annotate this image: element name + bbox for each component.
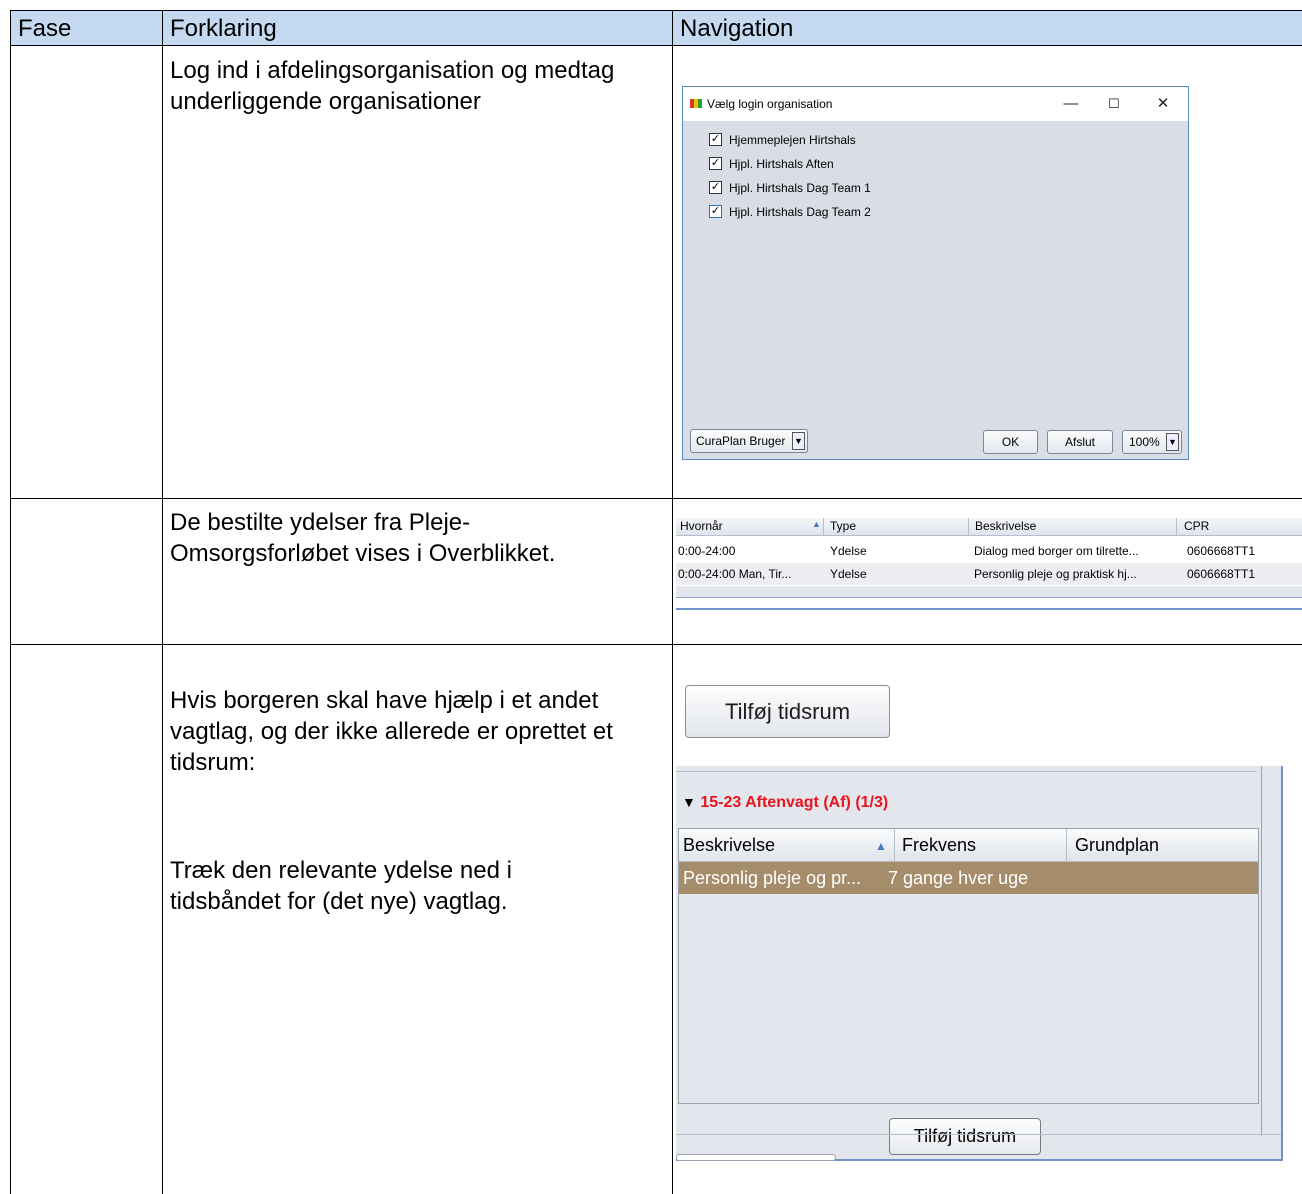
chevron-down-icon: ▼ bbox=[1166, 433, 1179, 451]
table-footer bbox=[676, 597, 1302, 610]
shift-services-table: Beskrivelse ▲ Frekvens Grundplan Personl… bbox=[678, 828, 1259, 1104]
table-top-border bbox=[10, 10, 1302, 11]
table-left-border bbox=[10, 10, 11, 1194]
row2-forklaring-line2: Omsorgsforløbet vises i Overblikket. bbox=[170, 540, 556, 567]
col-beskrivelse[interactable]: Beskrivelse bbox=[683, 835, 775, 856]
table-row[interactable]: Personlig pleje og pr... 7 gange hver ug… bbox=[679, 862, 1258, 894]
row2-forklaring-line1: De bestilte ydelser fra Pleje- bbox=[170, 509, 471, 536]
column-separator bbox=[823, 518, 824, 535]
ok-button[interactable]: OK bbox=[983, 430, 1038, 454]
overview-table: Hvornår ▲ Type Beskrivelse CPR 0:00-24:0… bbox=[676, 518, 1302, 610]
shift-table-header: Beskrivelse ▲ Frekvens Grundplan bbox=[679, 829, 1258, 862]
org-checkbox-2[interactable]: ✓ bbox=[709, 157, 722, 170]
document-page: Fase Forklaring Navigation Log ind i afd… bbox=[0, 0, 1302, 1194]
add-timespan-button[interactable]: Tilføj tidsrum bbox=[685, 685, 890, 738]
org-label-4: Hjpl. Hirtshals Dag Team 2 bbox=[729, 205, 871, 219]
cell-hvornaar: 0:00-24:00 bbox=[678, 544, 736, 558]
cell-type: Ydelse bbox=[830, 567, 867, 581]
col-type[interactable]: Type bbox=[830, 519, 856, 533]
org-checkbox-3[interactable]: ✓ bbox=[709, 181, 722, 194]
column-separator bbox=[968, 518, 969, 535]
horizontal-scrollbar-thumb[interactable] bbox=[676, 1154, 836, 1161]
row3-forklaring-line2: vagtlag, og der ikke allerede er oprette… bbox=[170, 718, 613, 745]
org-label-3: Hjpl. Hirtshals Dag Team 1 bbox=[729, 181, 871, 195]
col-hvornaar[interactable]: Hvornår bbox=[680, 519, 723, 533]
column-divider-1 bbox=[162, 10, 163, 1194]
table-row[interactable]: 0:00-24:00 Man, Tir... Ydelse Personlig … bbox=[676, 563, 1302, 585]
row3-forklaring-line1: Hvis borgeren skal have hjælp i et andet bbox=[170, 687, 599, 714]
panel-top-divider bbox=[676, 766, 1257, 772]
org-checkbox-4[interactable]: ✓ bbox=[709, 205, 722, 218]
row2-bottom-border bbox=[10, 644, 1302, 645]
org-checkbox-1[interactable]: ✓ bbox=[709, 133, 722, 146]
cell-type: Ydelse bbox=[830, 544, 867, 558]
panel-bottom-divider bbox=[676, 1134, 1281, 1135]
add-timespan-panel-button[interactable]: Tilføj tidsrum bbox=[889, 1118, 1041, 1155]
sort-asc-icon: ▲ bbox=[875, 839, 887, 853]
col-frekvens[interactable]: Frekvens bbox=[902, 835, 976, 856]
cell-beskrivelse: Dialog med borger om tilrette... bbox=[974, 544, 1139, 558]
exit-button[interactable]: Afslut bbox=[1047, 430, 1113, 454]
user-type-value: CuraPlan Bruger bbox=[696, 434, 786, 448]
row3-forklaring2-line1: Træk den relevante ydelse ned i bbox=[170, 857, 512, 884]
row1-forklaring-line1: Log ind i afdelingsorganisation og medta… bbox=[170, 57, 615, 84]
table-empty-area bbox=[676, 586, 1302, 597]
cell-beskrivelse: Personlig pleje og pr... bbox=[683, 868, 862, 888]
cell-frekvens: 7 gange hver uge bbox=[888, 868, 1029, 888]
cell-cpr: 0606668TT1 bbox=[1187, 567, 1256, 581]
col-cpr[interactable]: CPR bbox=[1184, 519, 1209, 533]
chevron-down-icon: ▼ bbox=[792, 432, 805, 450]
cell-hvornaar: 0:00-24:00 Man, Tir... bbox=[678, 567, 792, 581]
shift-name: 15-23 Aftenvagt (Af) bbox=[700, 794, 851, 811]
app-logo-icon bbox=[690, 99, 702, 108]
column-divider-2 bbox=[672, 10, 673, 1194]
minimize-icon[interactable]: — bbox=[1059, 93, 1083, 115]
shift-panel: ▼ 15-23 Aftenvagt (Af) (1/3) Beskrivelse… bbox=[676, 766, 1283, 1161]
header-fase: Fase bbox=[18, 15, 72, 42]
close-icon[interactable]: ✕ bbox=[1151, 93, 1175, 115]
user-type-dropdown[interactable]: CuraPlan Bruger ▼ bbox=[690, 429, 808, 453]
row1-forklaring-line2: underliggende organisationer bbox=[170, 88, 481, 115]
column-separator bbox=[894, 829, 895, 861]
dialog-titlebar: Vælg login organisation — ☐ ✕ bbox=[683, 87, 1188, 121]
col-grundplan[interactable]: Grundplan bbox=[1075, 835, 1159, 856]
row3-forklaring-line3: tidsrum: bbox=[170, 749, 256, 776]
table-row[interactable]: 0:00-24:00 Ydelse Dialog med borger om t… bbox=[676, 540, 1302, 562]
dialog-title: Vælg login organisation bbox=[707, 97, 833, 111]
row3-forklaring2-line2: tidsbåndet for (det nye) vagtlag. bbox=[170, 888, 508, 915]
maximize-icon[interactable]: ☐ bbox=[1102, 93, 1126, 115]
expand-toggle-icon[interactable]: ▼ bbox=[682, 794, 696, 810]
header-navigation: Navigation bbox=[680, 15, 794, 42]
login-organisation-dialog: Vælg login organisation — ☐ ✕ ✓ Hjemmepl… bbox=[682, 86, 1189, 460]
header-bottom-border bbox=[10, 45, 1302, 46]
column-separator bbox=[1066, 829, 1067, 861]
row1-bottom-border bbox=[10, 498, 1302, 499]
col-beskrivelse[interactable]: Beskrivelse bbox=[975, 519, 1036, 533]
org-label-2: Hjpl. Hirtshals Aften bbox=[729, 157, 834, 171]
header-forklaring: Forklaring bbox=[170, 15, 277, 42]
shift-title[interactable]: ▼ 15-23 Aftenvagt (Af) (1/3) bbox=[682, 794, 888, 812]
zoom-value: 100% bbox=[1129, 435, 1160, 449]
panel-scrollbar-edge bbox=[1261, 766, 1262, 1136]
column-separator bbox=[1176, 518, 1177, 535]
cell-cpr: 0606668TT1 bbox=[1187, 544, 1256, 558]
org-label-1: Hjemmeplejen Hirtshals bbox=[729, 133, 856, 147]
zoom-dropdown[interactable]: 100% ▼ bbox=[1122, 430, 1182, 454]
sort-asc-icon: ▲ bbox=[812, 519, 821, 529]
cell-beskrivelse: Personlig pleje og praktisk hj... bbox=[974, 567, 1137, 581]
shift-count: (1/3) bbox=[855, 794, 889, 811]
overview-table-header: Hvornår ▲ Type Beskrivelse CPR bbox=[676, 518, 1302, 536]
